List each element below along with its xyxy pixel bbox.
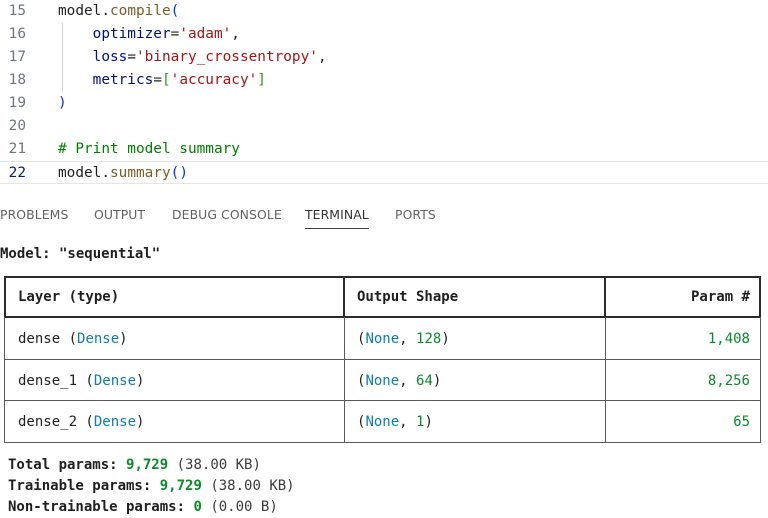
- code-text: loss='binary_crossentropy',: [92, 49, 327, 65]
- line-number: 21: [8, 141, 26, 157]
- code-text: optimizer='adam',: [92, 26, 240, 42]
- tab-problems[interactable]: PROBLEMS: [0, 198, 68, 232]
- summary-trainable: Trainable params: 9,729 (38.00 KB): [8, 478, 295, 494]
- header-output-shape: Output Shape: [357, 289, 459, 305]
- code-line[interactable]: 15 model.compile(: [0, 0, 768, 23]
- panel-tabs: PROBLEMS OUTPUT DEBUG CONSOLE TERMINAL P…: [0, 198, 768, 234]
- cell-output-shape: (None, 1): [357, 414, 433, 430]
- cell-params: 8,256: [707, 373, 750, 389]
- code-line[interactable]: 22 model.summary(): [0, 161, 768, 184]
- code-line[interactable]: 16 optimizer='adam',: [0, 23, 768, 46]
- model-title: Model: "sequential": [0, 246, 161, 262]
- code-line[interactable]: 21 # Print model summary: [0, 138, 768, 161]
- line-number: 16: [8, 26, 26, 42]
- code-line[interactable]: 19): [0, 92, 768, 115]
- line-number: 22: [8, 165, 26, 181]
- code-text: # Print model summary: [58, 141, 240, 157]
- summary-total: Total params: 9,729 (38.00 KB): [8, 457, 261, 473]
- cell-output-shape: (None, 128): [357, 331, 450, 347]
- tab-ports[interactable]: PORTS: [395, 198, 436, 232]
- tab-debug-console[interactable]: DEBUG CONSOLE: [172, 198, 282, 232]
- cell-params: 65: [733, 414, 750, 430]
- line-number: 19: [8, 95, 26, 111]
- cell-output-shape: (None, 64): [357, 373, 442, 389]
- code-text: model.summary(): [58, 165, 188, 181]
- code-line[interactable]: 18 metrics=['accuracy']: [0, 69, 768, 92]
- header-params: Param #: [690, 289, 750, 305]
- line-number: 20: [8, 118, 26, 134]
- line-number: 18: [8, 72, 26, 88]
- code-text: ): [58, 95, 67, 111]
- code-text: metrics=['accuracy']: [92, 72, 266, 88]
- line-number: 17: [8, 49, 26, 65]
- tab-output[interactable]: OUTPUT: [94, 198, 145, 232]
- cell-layer: dense_2 (Dense): [18, 414, 145, 430]
- tab-terminal[interactable]: TERMINAL: [305, 198, 369, 229]
- code-text: model.compile(: [58, 3, 180, 19]
- code-line[interactable]: 17 loss='binary_crossentropy',: [0, 46, 768, 69]
- line-number: 15: [8, 3, 26, 19]
- header-layer: Layer (type): [18, 289, 120, 305]
- param-summary: Total params: 9,729 (38.00 KB) Trainable…: [8, 455, 295, 518]
- code-editor[interactable]: 15 model.compile(16 optimizer='adam', 17 l…: [0, 0, 768, 184]
- cell-params: 1,408: [707, 331, 750, 347]
- cell-layer: dense (Dense): [18, 331, 128, 347]
- cell-layer: dense_1 (Dense): [18, 373, 145, 389]
- code-line[interactable]: 20: [0, 115, 768, 138]
- terminal-output[interactable]: Model: "sequential" Layer (type) Output …: [0, 236, 768, 515]
